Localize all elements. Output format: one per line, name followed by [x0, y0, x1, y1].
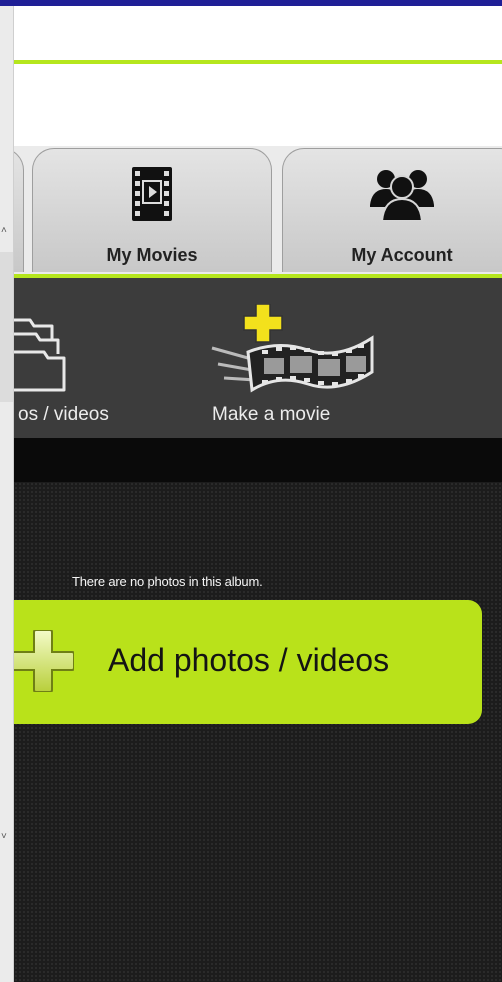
tab-partial-left[interactable]: [14, 148, 24, 272]
tab-my-account[interactable]: My Account: [282, 148, 502, 272]
scroll-down-arrow-icon[interactable]: ˅: [1, 832, 7, 842]
toolbar-shadow-band: [14, 438, 502, 482]
tab-my-movies-label: My Movies: [106, 245, 198, 265]
top-bar: [14, 6, 502, 60]
side-scrollbar[interactable]: ˄ ˅: [0, 6, 14, 982]
empty-album-message: There are no photos in this album.: [72, 574, 263, 589]
tab-my-movies[interactable]: My Movies: [32, 148, 272, 272]
make-a-movie-tool-label: Make a movie: [212, 404, 331, 425]
header-spacer: [14, 64, 502, 146]
film-strip-plus-icon: [208, 303, 376, 401]
add-photos-videos-tool[interactable]: os / videos: [14, 278, 164, 438]
make-a-movie-tool[interactable]: Make a movie: [202, 278, 382, 438]
plus-icon: [14, 629, 75, 697]
group-icon: [366, 165, 438, 226]
album-content-area: There are no photos in this album. Add p…: [14, 482, 502, 982]
add-photos-videos-button-label: Add photos / videos: [108, 642, 390, 678]
tab-my-account-label: My Account: [351, 245, 453, 265]
add-photos-videos-tool-label: os / videos: [18, 404, 109, 425]
add-photos-videos-button[interactable]: Add photos / videos: [14, 600, 482, 724]
scrollbar-thumb[interactable]: [0, 252, 13, 402]
film-icon: [130, 165, 174, 228]
scroll-up-arrow-icon[interactable]: ˄: [1, 226, 7, 236]
action-toolbar: os / videos Make a movie: [14, 278, 502, 438]
app-window: My Movies My Account os / videos Make a …: [14, 6, 502, 982]
tab-bar: My Movies My Account: [14, 146, 502, 278]
folders-icon: [14, 310, 74, 397]
